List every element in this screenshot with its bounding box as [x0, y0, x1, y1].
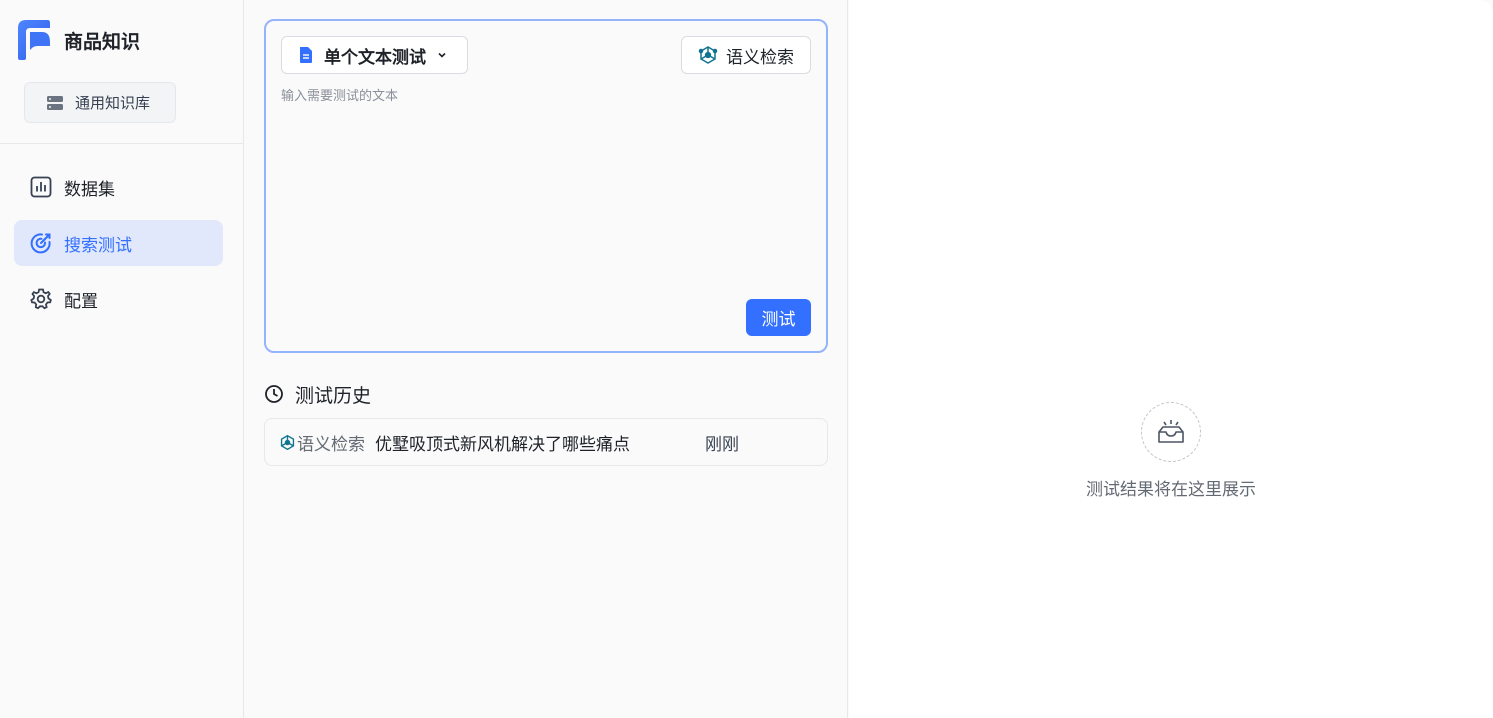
clock-icon	[265, 385, 283, 403]
sidebar-item-dataset[interactable]: 数据集	[14, 164, 223, 210]
network-icon	[698, 46, 718, 64]
chevron-down-icon	[438, 52, 446, 58]
inbox-icon	[1158, 420, 1184, 443]
test-mode-select[interactable]: 单个文本测试	[281, 36, 468, 74]
history-row[interactable]: 语义检索 优墅吸顶式新风机解决了哪些痛点 刚刚	[264, 418, 828, 466]
sidebar-item-label: 配置	[64, 291, 98, 312]
test-mode-label: 单个文本测试	[324, 47, 426, 68]
document-icon	[300, 47, 312, 63]
sidebar-divider	[0, 143, 244, 144]
sidebar-item-search-test[interactable]: 搜索测试	[14, 220, 223, 266]
history-method: 语义检索	[297, 434, 365, 455]
sidebar-item-config[interactable]: 配置	[14, 276, 223, 322]
sidebar-item-label: 搜索测试	[64, 235, 132, 256]
brand: 商品知识	[16, 18, 140, 62]
results-panel: 测试结果将在这里展示	[849, 0, 1493, 718]
gear-icon	[30, 288, 52, 310]
test-submit-button[interactable]: 测试	[746, 299, 811, 336]
target-icon	[30, 233, 51, 254]
network-icon	[280, 434, 295, 450]
empty-state-text: 测试结果将在这里展示	[1086, 480, 1256, 500]
search-method-button[interactable]: 语义检索	[681, 36, 811, 74]
test-input-card: 单个文本测试 语义检索 测试	[264, 19, 828, 353]
sidebar: 商品知识 通用知识库 数据集 搜索测试 配置	[0, 0, 244, 718]
app-title: 商品知识	[64, 30, 141, 53]
test-text-input[interactable]	[281, 85, 811, 285]
knowledge-base-button[interactable]: 通用知识库	[24, 82, 176, 123]
history-header: 测试历史	[264, 381, 371, 407]
history-time: 刚刚	[705, 434, 739, 455]
search-test-panel: 单个文本测试 语义检索 测试 测试历史 语义检索	[244, 0, 848, 718]
bar-chart-icon	[30, 176, 52, 198]
empty-state-badge	[1141, 402, 1201, 462]
history-title: 测试历史	[295, 384, 372, 407]
sidebar-item-label: 数据集	[64, 179, 115, 200]
knowledge-base-label: 通用知识库	[75, 94, 151, 112]
database-icon	[47, 95, 63, 110]
history-query: 优墅吸顶式新风机解决了哪些痛点	[375, 434, 630, 455]
app-logo-icon	[18, 20, 50, 60]
search-method-label: 语义检索	[726, 47, 794, 68]
